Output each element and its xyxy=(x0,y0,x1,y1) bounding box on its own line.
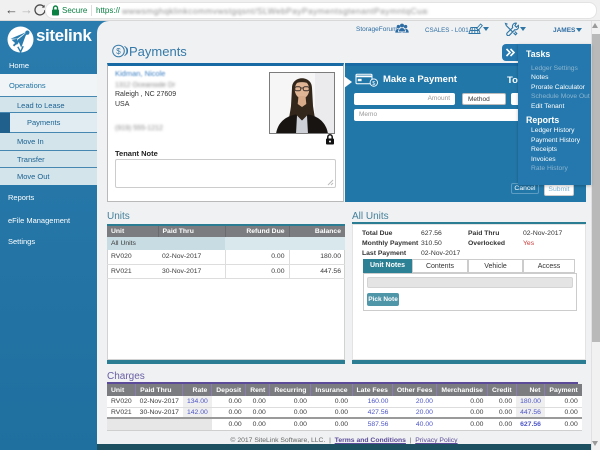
svg-text:$: $ xyxy=(372,81,375,87)
svg-text:$: $ xyxy=(116,47,121,56)
